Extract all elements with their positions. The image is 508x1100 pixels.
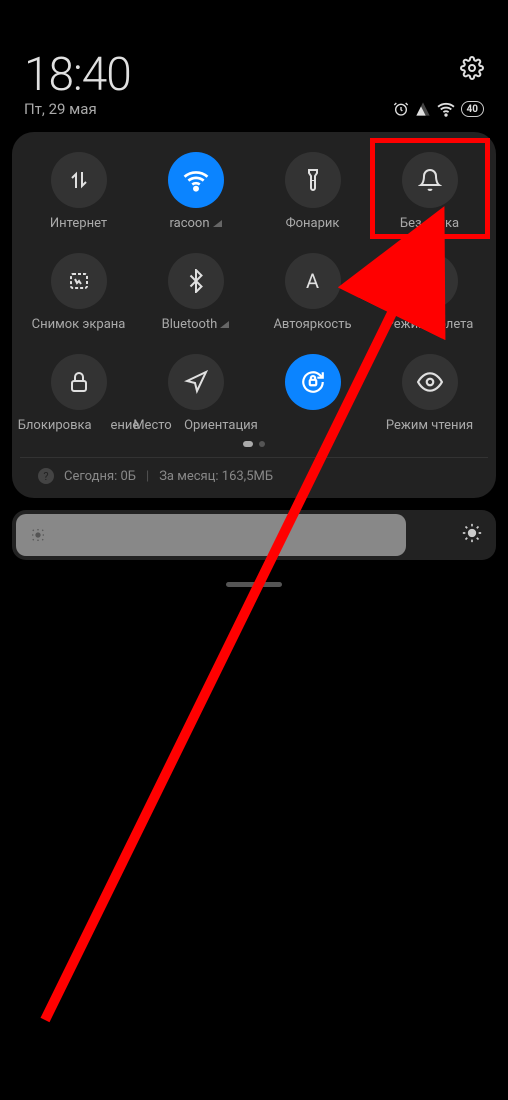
quick-settings-panel: Интернет racoon Фонарик Без звука [12,132,496,498]
brightness-slider[interactable] [12,510,496,560]
tile-label: Режим полета [386,317,474,332]
settings-icon[interactable] [460,56,484,84]
battery-indicator: 40 [461,101,484,117]
lock-icon [67,370,91,394]
signal-icon [415,101,431,117]
date-label: Пт, 29 мая [24,100,97,118]
alarm-icon [393,101,409,117]
tile-label: Фонарик [286,216,340,231]
bluetooth-icon [184,269,208,293]
tile-label: Место Ориентация [133,418,258,433]
tile-auto-brightness[interactable]: A Автояркость [255,253,371,332]
page-indicator [20,441,488,447]
clock-time: 18:40 [24,48,131,102]
tile-internet[interactable]: Интернет [21,152,137,231]
tile-label: Интернет [50,216,107,231]
eye-icon [417,369,443,395]
tile-label: Блокировка ение [18,418,140,433]
torch-icon [301,168,325,192]
tile-label: Автояркость [273,317,351,332]
nav-arrow-icon [184,370,208,394]
tile-silent[interactable]: Без звука [372,152,488,231]
data-today: Сегодня: 0Б [64,469,136,484]
tile-orientation[interactable]: - [255,354,371,433]
screenshot-icon [67,269,91,293]
data-month: За месяц: 163,5МБ [159,469,273,484]
panel-handle[interactable] [226,582,282,587]
info-icon: ? [38,468,54,484]
tile-reader[interactable]: Режим чтения [372,354,488,433]
wifi-icon [183,167,209,193]
tile-bluetooth[interactable]: Bluetooth [138,253,254,332]
brightness-high-icon [462,523,482,543]
data-swap-icon [67,168,91,192]
wifi-status-icon [437,100,455,118]
tile-wifi[interactable]: racoon [138,152,254,231]
tile-label: Режим чтения [386,418,473,433]
tile-label: Bluetooth [162,317,230,332]
rotate-lock-icon [300,369,326,395]
tile-airplane[interactable]: Режим полета [372,253,488,332]
status-icons: 40 [393,100,484,118]
tile-label: racoon [169,216,221,231]
brightness-low-icon [30,527,46,543]
tile-label: Снимок экрана [32,317,126,332]
highlight-annotation [370,138,490,239]
tile-screenshot[interactable]: Снимок экрана [21,253,137,332]
airplane-icon [418,269,442,293]
auto-bright-icon: A [306,269,319,293]
data-usage-row[interactable]: ? Сегодня: 0Б | За месяц: 163,5МБ [20,457,488,484]
tile-location[interactable]: Место Ориентация [138,354,254,433]
tile-lock[interactable]: Блокировка ение [21,354,137,433]
tile-flashlight[interactable]: Фонарик [255,152,371,231]
